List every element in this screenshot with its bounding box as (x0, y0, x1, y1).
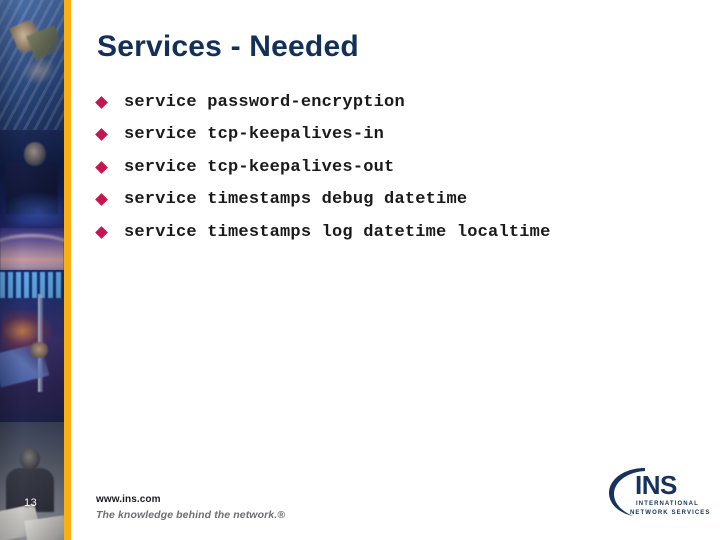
bullet-list: service password-encryption service tcp-… (95, 86, 707, 249)
diamond-bullet-icon (95, 225, 124, 239)
list-item-label: service timestamps debug datetime (124, 190, 468, 210)
photo-vignette (0, 0, 64, 540)
list-item: service tcp-keepalives-in (95, 119, 707, 152)
list-item: service timestamps log datetime localtim… (95, 216, 707, 249)
diamond-bullet-icon (95, 95, 124, 109)
footer-url: www.ins.com (96, 494, 161, 505)
diamond-bullet-icon (95, 160, 124, 174)
diamond-bullet-icon (95, 128, 124, 142)
list-item: service tcp-keepalives-out (95, 151, 707, 184)
footer-tagline: The knowledge behind the network.® (96, 509, 286, 521)
page-number: 13 (24, 497, 38, 509)
diamond-bullet-icon (95, 193, 124, 207)
presentation-slide: 13 Services - Needed service password-en… (0, 0, 720, 540)
list-item-label: service tcp-keepalives-in (124, 125, 385, 145)
decorative-photo-strip (0, 0, 64, 540)
ins-subtitle-line1: INTERNATIONAL (636, 501, 699, 507)
accent-divider-bar (64, 0, 71, 540)
page-title: Services - Needed (97, 30, 359, 63)
list-item-label: service tcp-keepalives-out (124, 157, 395, 177)
list-item-label: service timestamps log datetime localtim… (124, 222, 551, 242)
list-item: service password-encryption (95, 86, 707, 119)
list-item-label: service password-encryption (124, 92, 405, 112)
list-item: service timestamps debug datetime (95, 184, 707, 217)
ins-subtitle-line2: NETWORK SERVICES (630, 510, 711, 516)
ins-logo: INS INTERNATIONAL NETWORK SERVICES (607, 466, 709, 522)
ins-wordmark: INS (635, 470, 677, 500)
